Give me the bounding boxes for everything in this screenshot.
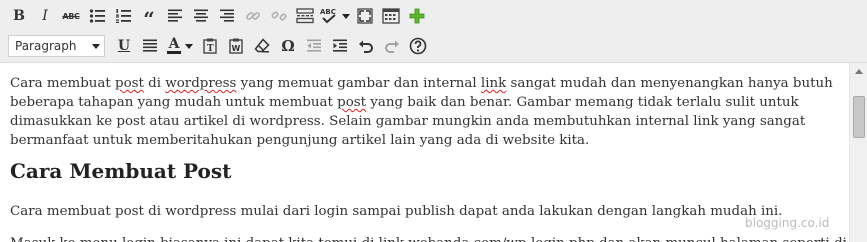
arrow-up-icon [854,68,863,74]
spellcheck-icon: ABC [320,8,336,24]
redo-button[interactable] [381,35,403,57]
chevron-down-icon [92,43,100,49]
add-media-button[interactable] [406,5,428,27]
outdent-icon [307,39,321,52]
text-color-button[interactable]: A [165,35,195,57]
help-icon [409,37,427,55]
numbered-list-icon [116,9,131,23]
text-segment: yang memuat gambar dan internal [236,76,481,91]
add-media-icon [409,8,425,24]
chevron-down-icon[interactable] [342,13,350,19]
strikethrough-button[interactable]: ABC [60,5,82,27]
svg-text:T: T [207,44,214,54]
unlink-button[interactable] [268,5,290,27]
redo-icon [385,40,399,53]
toolbar-row-2: Paragraph U A T W Ω [8,31,433,61]
link-button[interactable] [242,5,264,27]
underline-button[interactable]: U [113,35,135,57]
help-button[interactable] [407,35,429,57]
clear-formatting-button[interactable] [251,35,273,57]
svg-text:W: W [232,44,241,53]
justify-button[interactable] [139,35,161,57]
align-left-icon [168,9,182,22]
blockquote-button[interactable]: “ [138,2,160,30]
bullet-list-button[interactable] [86,5,108,27]
align-center-button[interactable] [190,5,212,27]
align-left-button[interactable] [164,5,186,27]
vertical-scrollbar[interactable] [849,63,867,242]
spellcheck-button[interactable]: ABC [320,5,350,27]
link-icon [246,12,260,20]
spellcheck-flagged-word[interactable]: wordpress [165,76,236,91]
paragraph-menu-login: Masuk ke menu login biasanya ini dapat k… [0,234,849,242]
chevron-down-icon[interactable] [185,43,193,49]
more-tag-icon [296,8,314,24]
watermark: blogging.co.id [745,216,830,230]
text-color-label: A [168,36,180,52]
text-segment: di [143,76,166,91]
spellcheck-flagged-word[interactable]: post [115,76,144,91]
more-tag-button[interactable] [294,5,316,27]
fullscreen-button[interactable] [354,5,376,27]
scroll-thumb[interactable] [853,96,865,138]
indent-icon [333,39,347,52]
text-segment: Cara membuat [10,76,116,91]
spellcheck-flagged-word[interactable]: link [481,76,506,91]
format-select-value: Paragraph [15,39,77,53]
paragraph-login: Cara membuat post di wordpress mulai dar… [10,204,783,219]
paste-text-icon: T [203,38,217,54]
align-center-icon [194,9,208,22]
align-right-icon [220,9,234,22]
justify-icon [143,39,157,52]
bullet-list-icon [89,9,105,23]
indent-button[interactable] [329,35,351,57]
outdent-button[interactable] [303,35,325,57]
fullscreen-icon [357,8,373,24]
text-color-swatch [167,51,181,54]
editor-content-area[interactable]: Cara membuat post di wordpress yang memu… [0,63,849,242]
paste-text-button[interactable]: T [199,35,221,57]
undo-button[interactable] [355,35,377,57]
format-select[interactable]: Paragraph [8,35,105,57]
paste-word-icon: W [229,38,243,54]
numbered-list-button[interactable] [112,5,134,27]
align-right-button[interactable] [216,5,238,27]
spellcheck-flagged-word[interactable]: post [337,95,366,110]
scroll-up-button[interactable] [850,63,867,79]
paste-word-button[interactable]: W [225,35,247,57]
unlink-icon [271,11,287,21]
svg-text:ABC: ABC [320,8,336,16]
italic-button[interactable]: I [34,5,56,27]
heading-cara-membuat-post: Cara Membuat Post [10,159,232,183]
paragraph-intro: Cara membuat post di wordpress yang memu… [0,74,849,150]
text-color-icon: A [167,36,181,54]
toolbar-row-1: B I ABC “ ABC [8,1,432,31]
kitchen-sink-icon [382,8,400,24]
editor-toolbar: B I ABC “ ABC Paragraph U A T W Ω [0,0,867,63]
undo-icon [359,40,373,53]
clear-formatting-icon [254,38,270,53]
kitchen-sink-button[interactable] [380,5,402,27]
bold-button[interactable]: B [8,5,30,27]
special-character-button[interactable]: Ω [277,35,299,57]
